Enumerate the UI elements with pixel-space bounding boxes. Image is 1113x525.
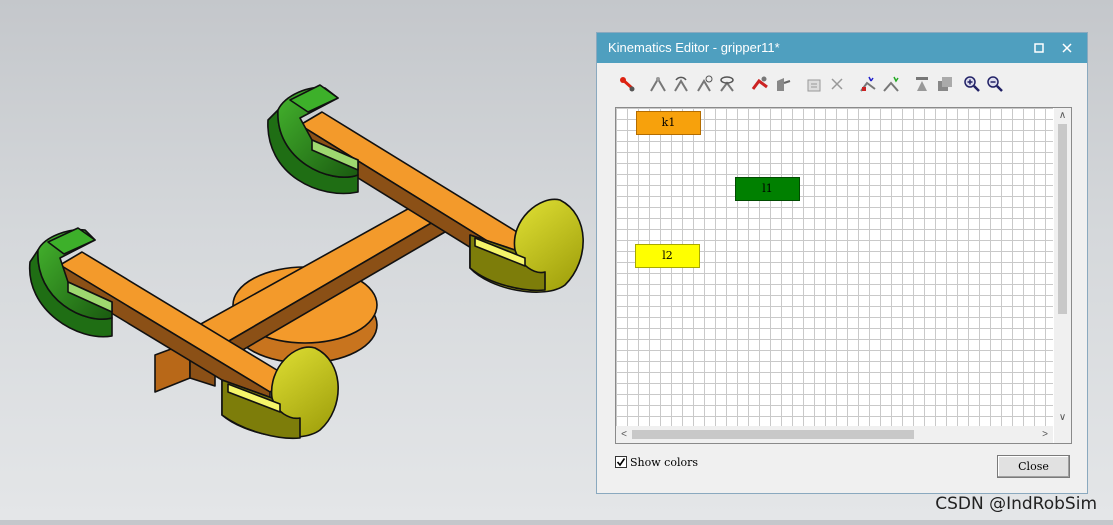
zoom-out-button[interactable] xyxy=(983,72,1005,94)
joint-list-icon xyxy=(938,77,952,91)
create-prismatic-joint-button[interactable] xyxy=(646,72,668,94)
scroll-right-arrow-icon[interactable]: > xyxy=(1037,426,1053,443)
create-joint-dependency-button[interactable] xyxy=(692,72,714,94)
show-colors-checkbox[interactable]: Show colors xyxy=(615,456,698,469)
watermark: CSDN @IndRobSim xyxy=(935,494,1097,514)
checkbox-box[interactable] xyxy=(615,456,627,468)
zoom-in-button[interactable] xyxy=(960,72,982,94)
create-lock-joint-icon xyxy=(777,78,791,91)
zoom-out-icon xyxy=(987,76,1003,92)
scroll-left-arrow-icon[interactable]: < xyxy=(616,426,632,443)
set-tool-frame-icon xyxy=(883,76,899,92)
create-link-icon xyxy=(620,77,635,92)
properties-button[interactable] xyxy=(802,72,824,94)
maximize-icon xyxy=(1034,43,1044,53)
node-l1[interactable]: l1 xyxy=(735,177,800,201)
open-pose-editor-button[interactable] xyxy=(910,72,932,94)
gripper-model xyxy=(29,84,584,440)
maximize-button[interactable] xyxy=(1025,33,1053,63)
close-window-button[interactable] xyxy=(1053,33,1081,63)
create-crank-icon xyxy=(751,76,768,90)
horizontal-scrollbar[interactable]: < > xyxy=(616,426,1053,443)
scroll-down-arrow-icon[interactable]: ∨ xyxy=(1054,410,1071,426)
kinematics-canvas[interactable]: k1 l1 l2 ∧ ∨ < > xyxy=(615,107,1072,444)
checkmark-icon xyxy=(616,458,626,467)
create-link-button[interactable] xyxy=(615,72,637,94)
joint-list-button[interactable] xyxy=(933,72,955,94)
create-joint-dependency-icon xyxy=(697,75,713,92)
delete-icon xyxy=(831,78,843,90)
node-l2[interactable]: l2 xyxy=(635,244,700,268)
scrollbar-corner xyxy=(1054,426,1071,443)
set-base-link-icon xyxy=(860,76,876,92)
kinematics-editor-dialog: Kinematics Editor - gripper11* k1 l1 l2 … xyxy=(596,32,1088,494)
delete-button[interactable] xyxy=(825,72,847,94)
title-bar[interactable]: Kinematics Editor - gripper11* xyxy=(597,33,1087,63)
vertical-scrollbar[interactable]: ∧ ∨ xyxy=(1054,108,1071,426)
create-cam-joint-icon xyxy=(720,76,734,92)
show-colors-label: Show colors xyxy=(630,456,698,469)
3d-viewport[interactable] xyxy=(0,0,600,520)
zoom-in-icon xyxy=(964,76,980,92)
create-revolute-joint-button[interactable] xyxy=(669,72,691,94)
close-icon xyxy=(1062,43,1072,53)
set-base-link-button[interactable] xyxy=(856,72,878,94)
window-title: Kinematics Editor - gripper11* xyxy=(608,40,780,55)
canvas-grid[interactable]: k1 l1 l2 xyxy=(616,108,1053,426)
close-button[interactable]: Close xyxy=(997,455,1070,478)
scroll-up-arrow-icon[interactable]: ∧ xyxy=(1054,108,1071,124)
horizontal-scroll-thumb[interactable] xyxy=(632,430,914,439)
create-crank-button[interactable] xyxy=(748,72,770,94)
create-prismatic-joint-icon xyxy=(650,77,666,92)
node-k1[interactable]: k1 xyxy=(636,111,701,135)
create-lock-joint-button[interactable] xyxy=(771,72,793,94)
properties-icon xyxy=(807,79,821,92)
set-tool-frame-button[interactable] xyxy=(879,72,901,94)
create-revolute-joint-icon xyxy=(674,76,688,92)
create-cam-joint-button[interactable] xyxy=(715,72,737,94)
open-pose-editor-icon xyxy=(916,77,928,91)
vertical-scroll-thumb[interactable] xyxy=(1058,124,1067,314)
